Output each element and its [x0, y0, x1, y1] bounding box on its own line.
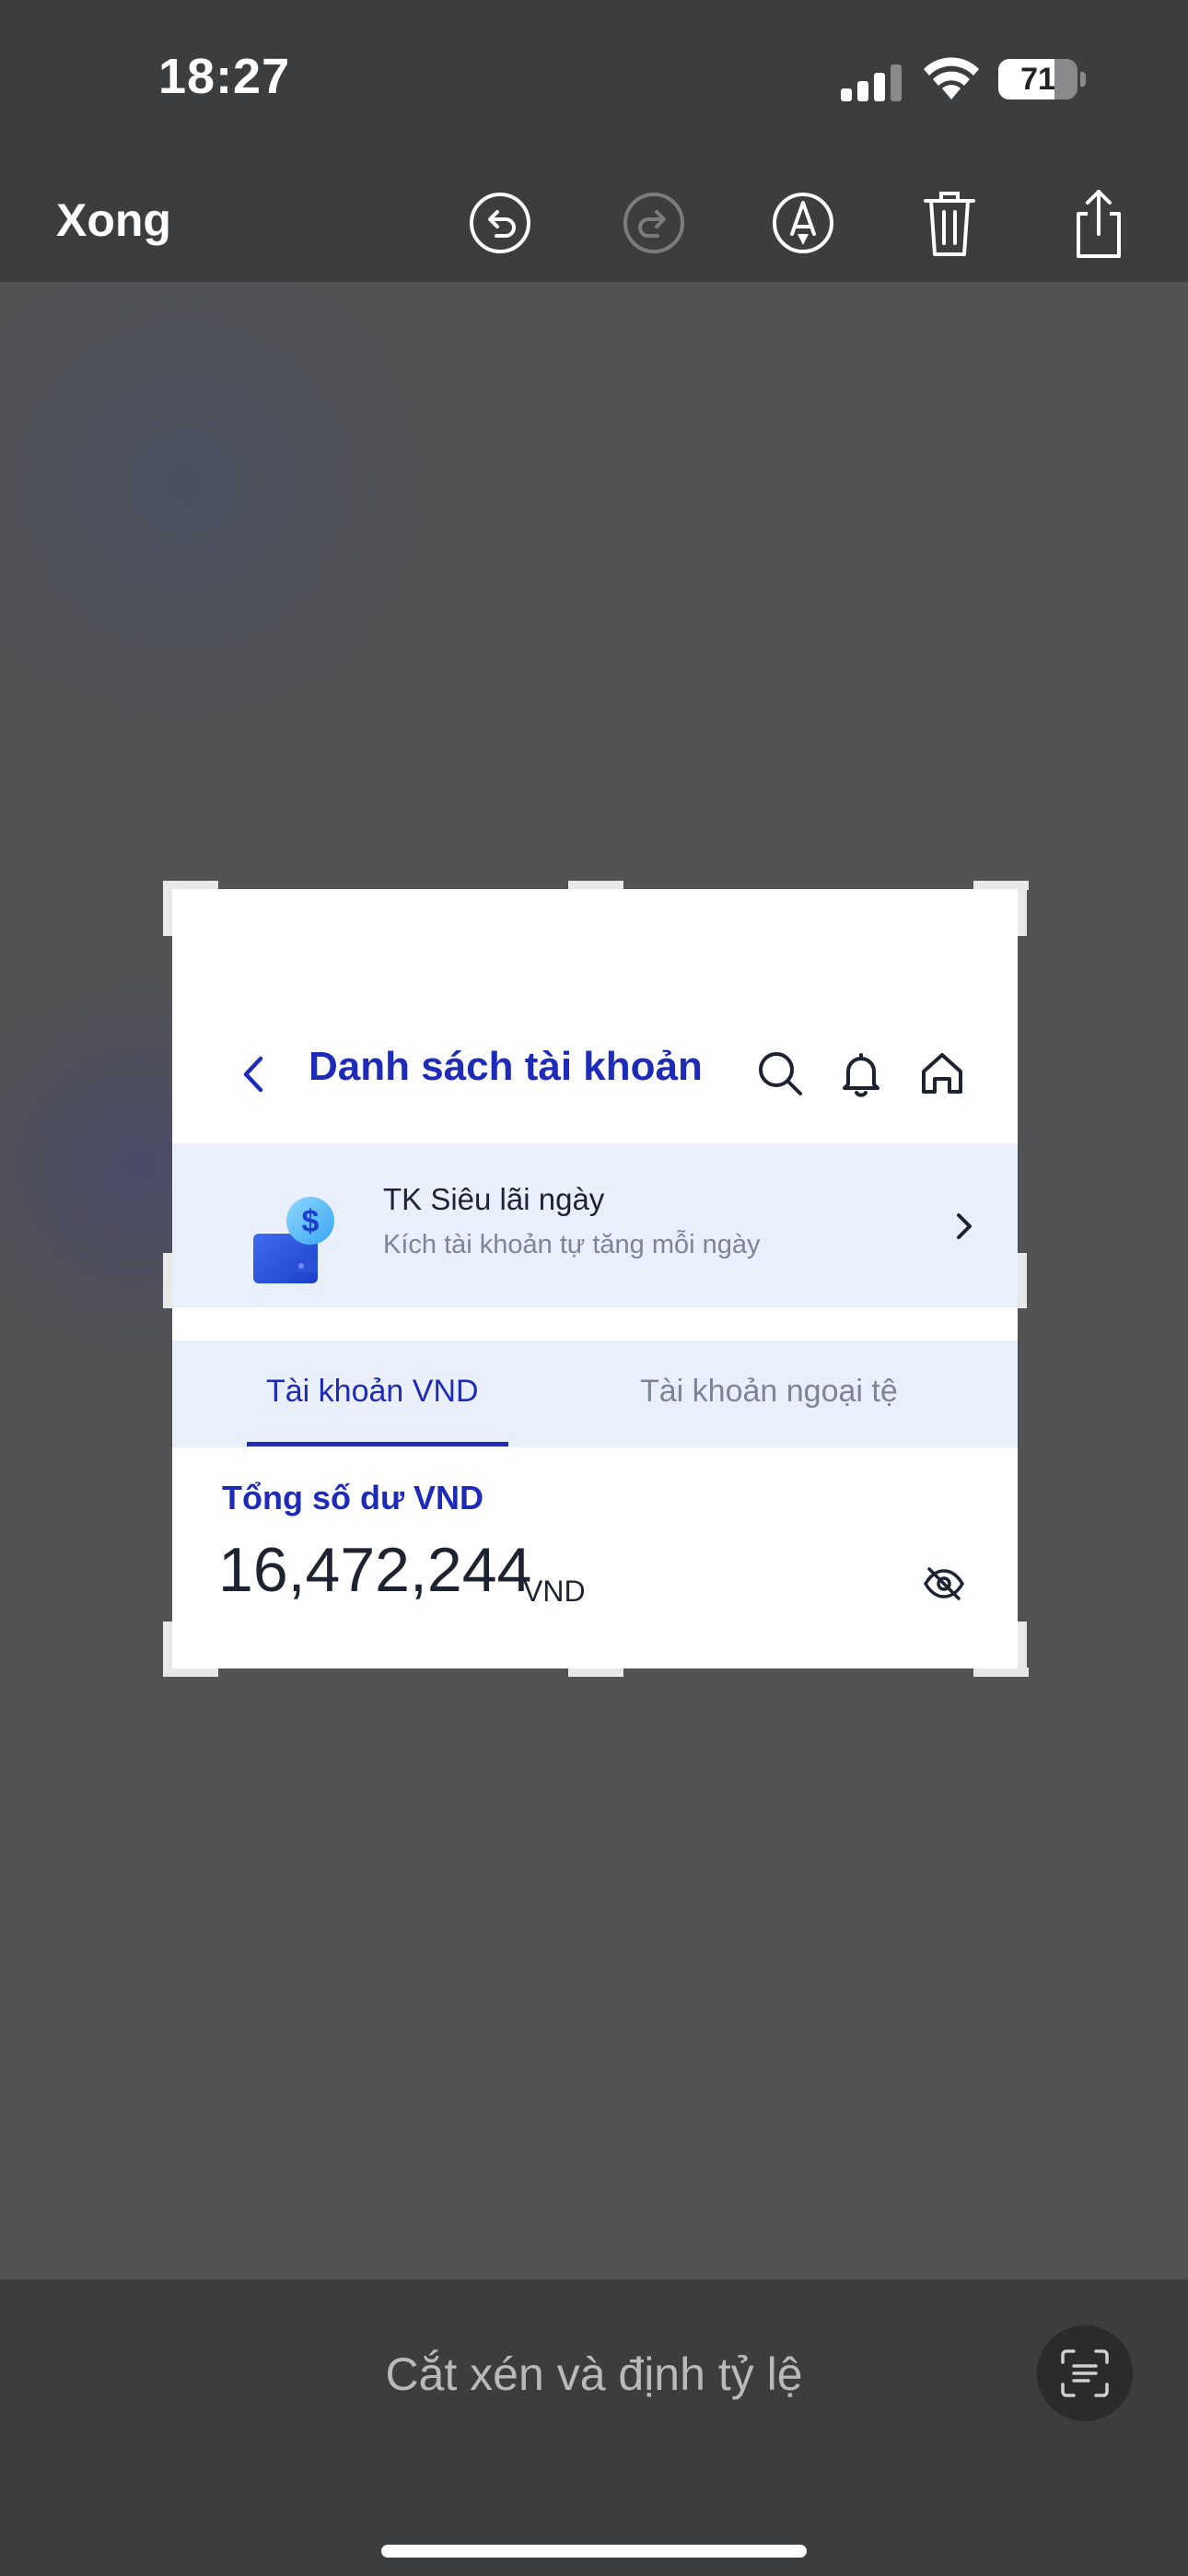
- live-text-button[interactable]: [1037, 2325, 1133, 2421]
- live-text-scan-icon: [1061, 2349, 1109, 2397]
- promo-banner[interactable]: $ TK Siêu lãi ngày Kích tài khoản tự tăn…: [172, 1143, 1018, 1307]
- cropped-screenshot: Danh sách tài khoản $ TK Siêu lãi ngày K…: [172, 889, 1018, 1669]
- tab-label: Tài khoản VND: [266, 1374, 479, 1409]
- app-page-title: Danh sách tài khoản: [309, 1044, 703, 1089]
- trash-icon: [924, 192, 975, 256]
- crop-handle-bottom[interactable]: [568, 1668, 623, 1677]
- tab-label: Tài khoản ngoại tệ: [640, 1374, 898, 1409]
- promo-title: TK Siêu lãi ngày: [383, 1182, 605, 1216]
- cellular-signal-icon: [841, 64, 902, 101]
- crop-handle-top-left-v[interactable]: [163, 881, 172, 936]
- redo-button[interactable]: [621, 186, 687, 260]
- crop-handle-bottom-left-v[interactable]: [163, 1622, 172, 1677]
- redo-icon: [623, 193, 684, 253]
- battery-icon: 71: [998, 59, 1087, 100]
- balance-currency: VND: [523, 1575, 586, 1608]
- wallet-dollar-icon: $: [253, 1197, 334, 1283]
- battery-percent: 71: [1020, 62, 1055, 97]
- crop-handle-left[interactable]: [163, 1253, 172, 1308]
- crop-scale-label: Cắt xén và định tỷ lệ: [385, 2348, 803, 2400]
- back-chevron-icon[interactable]: [237, 1053, 270, 1095]
- markup-icon: [773, 193, 833, 253]
- balance-value: 16,472,244: [218, 1535, 532, 1605]
- app-nav-bar: Danh sách tài khoản: [172, 1036, 1018, 1110]
- markup-button[interactable]: [770, 186, 836, 260]
- account-tabs: Tài khoản VND Tài khoản ngoại tệ: [172, 1341, 1018, 1447]
- promo-subtitle: Kích tài khoản tự tăng mỗi ngày: [383, 1230, 761, 1259]
- wifi-icon: [924, 57, 979, 100]
- search-icon[interactable]: [754, 1048, 806, 1099]
- hide-balance-eye-icon[interactable]: [922, 1562, 966, 1606]
- share-button[interactable]: [1066, 186, 1132, 260]
- done-button[interactable]: Xong: [56, 193, 171, 247]
- tab-foreign-accounts[interactable]: Tài khoản ngoại tệ: [596, 1341, 1018, 1447]
- bell-icon[interactable]: [835, 1048, 887, 1099]
- undo-button[interactable]: [467, 186, 533, 260]
- share-icon: [1077, 190, 1121, 258]
- home-indicator[interactable]: [381, 2545, 807, 2558]
- crop-tool-bar: Cắt xén và định tỷ lệ: [0, 2279, 1188, 2576]
- crop-handle-bottom-right-v[interactable]: [1018, 1622, 1027, 1677]
- crop-handle-right[interactable]: [1018, 1253, 1027, 1308]
- active-tab-indicator: [247, 1442, 508, 1446]
- status-time: 18:27: [158, 49, 291, 104]
- tab-vnd-accounts[interactable]: Tài khoản VND: [172, 1341, 559, 1447]
- editor-header: 18:27 71 Xong: [0, 0, 1188, 282]
- svg-text:$: $: [302, 1204, 320, 1239]
- undo-icon: [470, 193, 530, 253]
- crop-handle-top-right-v[interactable]: [1018, 881, 1027, 936]
- home-icon[interactable]: [916, 1048, 968, 1099]
- balance-label: Tổng số dư VND: [222, 1479, 484, 1516]
- delete-button[interactable]: [916, 186, 983, 260]
- chevron-right-icon: [957, 1213, 972, 1239]
